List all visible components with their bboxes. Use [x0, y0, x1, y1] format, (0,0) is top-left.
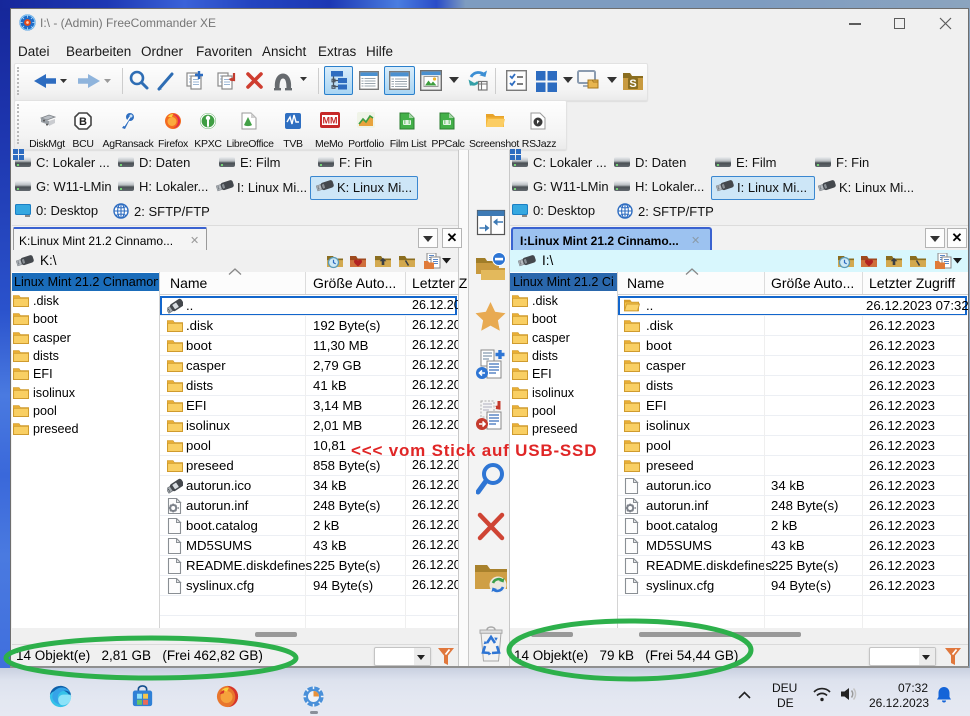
svg-text:B: B	[79, 116, 87, 128]
svg-text:S: S	[629, 78, 636, 90]
svg-text:MM: MM	[323, 116, 338, 126]
